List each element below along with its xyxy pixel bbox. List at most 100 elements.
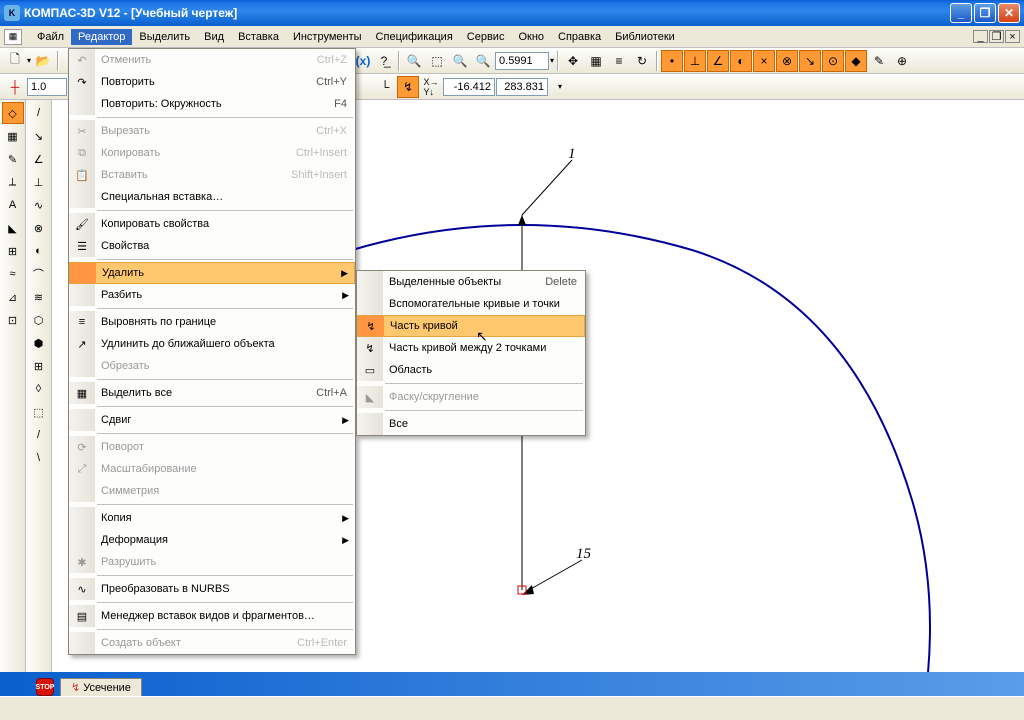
mdi-close[interactable]: × (1005, 30, 1020, 43)
vtool9[interactable]: ⊿ (2, 286, 24, 308)
menuitem--[interactable]: 🖌Копировать свойства (69, 213, 355, 235)
menuitem--[interactable]: Специальная вставка… (69, 186, 355, 208)
mdi-icon[interactable]: ▦ (4, 29, 22, 45)
vtool-a11[interactable]: ⬢ (28, 332, 50, 354)
new-icon[interactable]: 🗋 (4, 50, 26, 72)
menu-файл[interactable]: Файл (30, 29, 71, 45)
menu-вставка[interactable]: Вставка (231, 29, 286, 45)
tab-usechenie[interactable]: ↯Усечение (60, 678, 142, 696)
vtool1[interactable]: ◇ (2, 102, 24, 124)
snap11-icon[interactable]: ⊕ (891, 50, 913, 72)
menu-редактор[interactable]: Редактор (71, 29, 132, 45)
zoom-out-icon[interactable]: 🔍 (472, 50, 494, 72)
scale-input[interactable] (27, 78, 67, 96)
vtool-a12[interactable]: ⊞ (28, 355, 50, 377)
menuitem--[interactable]: ≡Выровнять по границе (69, 311, 355, 333)
menuitem--[interactable]: Удалить▶ (69, 262, 355, 284)
menuitem--[interactable]: Сдвиг▶ (69, 409, 355, 431)
ortho-icon[interactable]: └ (374, 76, 396, 98)
zoom-in-icon[interactable]: 🔍 (403, 50, 425, 72)
submenuitem--2-[interactable]: ↯Часть кривой между 2 точками (357, 337, 585, 359)
coord-y-input[interactable] (496, 78, 548, 96)
stop-icon[interactable]: STOP (36, 678, 54, 696)
menu-выделить[interactable]: Выделить (132, 29, 197, 45)
pan-icon[interactable]: ✥ (562, 50, 584, 72)
leader-1-label: 1 (568, 146, 576, 163)
vtool-a16[interactable]: \ (28, 447, 50, 469)
minimize-button[interactable]: _ (950, 3, 972, 23)
menuitem--[interactable]: ▤Менеджер вставок видов и фрагментов… (69, 605, 355, 627)
zoom-fit-icon[interactable]: 🔍 (449, 50, 471, 72)
vtool-a4[interactable]: ⊥ (28, 171, 50, 193)
vtool-a15[interactable]: / (28, 424, 50, 446)
refresh-icon[interactable]: ↻ (631, 50, 653, 72)
menuitem--[interactable]: Копия▶ (69, 507, 355, 529)
submenuitem--[interactable]: Выделенные объектыDelete (357, 271, 585, 293)
submenuitem--[interactable]: Все (357, 413, 585, 435)
menuitem--[interactable]: Деформация▶ (69, 529, 355, 551)
menuitem--[interactable]: Повторить: ОкружностьF4 (69, 93, 355, 115)
vtool6[interactable]: ◣ (2, 217, 24, 239)
vtool-a9[interactable]: ≋ (28, 286, 50, 308)
menuitem--[interactable]: ↷ПовторитьCtrl+Y (69, 71, 355, 93)
menu-библиотеки[interactable]: Библиотеки (608, 29, 682, 45)
menu-сервис[interactable]: Сервис (460, 29, 512, 45)
snap2-icon[interactable]: ⊥ (684, 50, 706, 72)
vtool-a13[interactable]: ◊ (28, 378, 50, 400)
menuitem--[interactable]: ▦Выделить всеCtrl+A (69, 382, 355, 404)
tool-icon[interactable]: ≡ (608, 50, 630, 72)
coord-icon[interactable]: ↯ (397, 76, 419, 98)
vtool-a2[interactable]: ↘ (28, 125, 50, 147)
snap3-icon[interactable]: ∠ (707, 50, 729, 72)
vtool-a10[interactable]: ⬡ (28, 309, 50, 331)
vtool-a7[interactable]: ◐ (28, 240, 50, 262)
menu-вид[interactable]: Вид (197, 29, 231, 45)
help-cursor-icon[interactable]: ?̲ (373, 50, 395, 72)
mdi-min[interactable]: _ (973, 30, 988, 43)
menuitem--[interactable]: Разбить▶ (69, 284, 355, 306)
menuitem--[interactable]: ↗Удлинить до ближайшего объекта (69, 333, 355, 355)
coord-x-input[interactable] (443, 78, 495, 96)
vtool-a5[interactable]: ∿ (28, 194, 50, 216)
maximize-button[interactable]: ❐ (974, 3, 996, 23)
snap5-icon[interactable]: × (753, 50, 775, 72)
vtool-a14[interactable]: ⬚ (28, 401, 50, 423)
menu-окно[interactable]: Окно (511, 29, 551, 45)
snap4-icon[interactable]: ◐ (730, 50, 752, 72)
mdi-restore[interactable]: ❐ (989, 30, 1004, 43)
submenuitem--[interactable]: ↯Часть кривой (357, 315, 585, 337)
vtool-a8[interactable]: ⌒ (28, 263, 50, 285)
axis-icon[interactable]: ┼ (4, 76, 26, 98)
snap6-icon[interactable]: ⊗ (776, 50, 798, 72)
coord-dropdown[interactable]: ▾ (549, 76, 571, 98)
vtool-a1[interactable]: / (28, 102, 50, 124)
menuitem--[interactable]: ☰Свойства (69, 235, 355, 257)
vtool4[interactable]: ⟂ (2, 171, 24, 193)
zoom-window-icon[interactable]: ⬚ (426, 50, 448, 72)
menu-справка[interactable]: Справка (551, 29, 608, 45)
snap7-icon[interactable]: ↘ (799, 50, 821, 72)
snap10-icon[interactable]: ✎ (868, 50, 890, 72)
vtool-a3[interactable]: ∠ (28, 148, 50, 170)
snap1-icon[interactable]: • (661, 50, 683, 72)
vtool8[interactable]: ≈ (2, 263, 24, 285)
menu-инструменты[interactable]: Инструменты (286, 29, 369, 45)
snap8-icon[interactable]: ⊙ (822, 50, 844, 72)
submenuitem--: ◣Фаску/скругление (357, 386, 585, 408)
vtool5[interactable]: A (2, 194, 24, 216)
grid-icon[interactable]: ▦ (585, 50, 607, 72)
menuitem--nurbs[interactable]: ∿Преобразовать в NURBS (69, 578, 355, 600)
open-icon[interactable]: 📂 (32, 50, 54, 72)
vtool7[interactable]: ⊞ (2, 240, 24, 262)
zoom-input[interactable] (495, 52, 549, 70)
close-button[interactable]: ✕ (998, 3, 1020, 23)
vtool2[interactable]: ▦ (2, 125, 24, 147)
menuitem--: ✱Разрушить (69, 551, 355, 573)
snap9-icon[interactable]: ◆ (845, 50, 867, 72)
vtool10[interactable]: ⊡ (2, 309, 24, 331)
submenuitem--[interactable]: Вспомогательные кривые и точки (357, 293, 585, 315)
vtool3[interactable]: ✎ (2, 148, 24, 170)
submenuitem--[interactable]: ▭Область (357, 359, 585, 381)
vtool-a6[interactable]: ⊗ (28, 217, 50, 239)
menu-спецификация[interactable]: Спецификация (369, 29, 460, 45)
